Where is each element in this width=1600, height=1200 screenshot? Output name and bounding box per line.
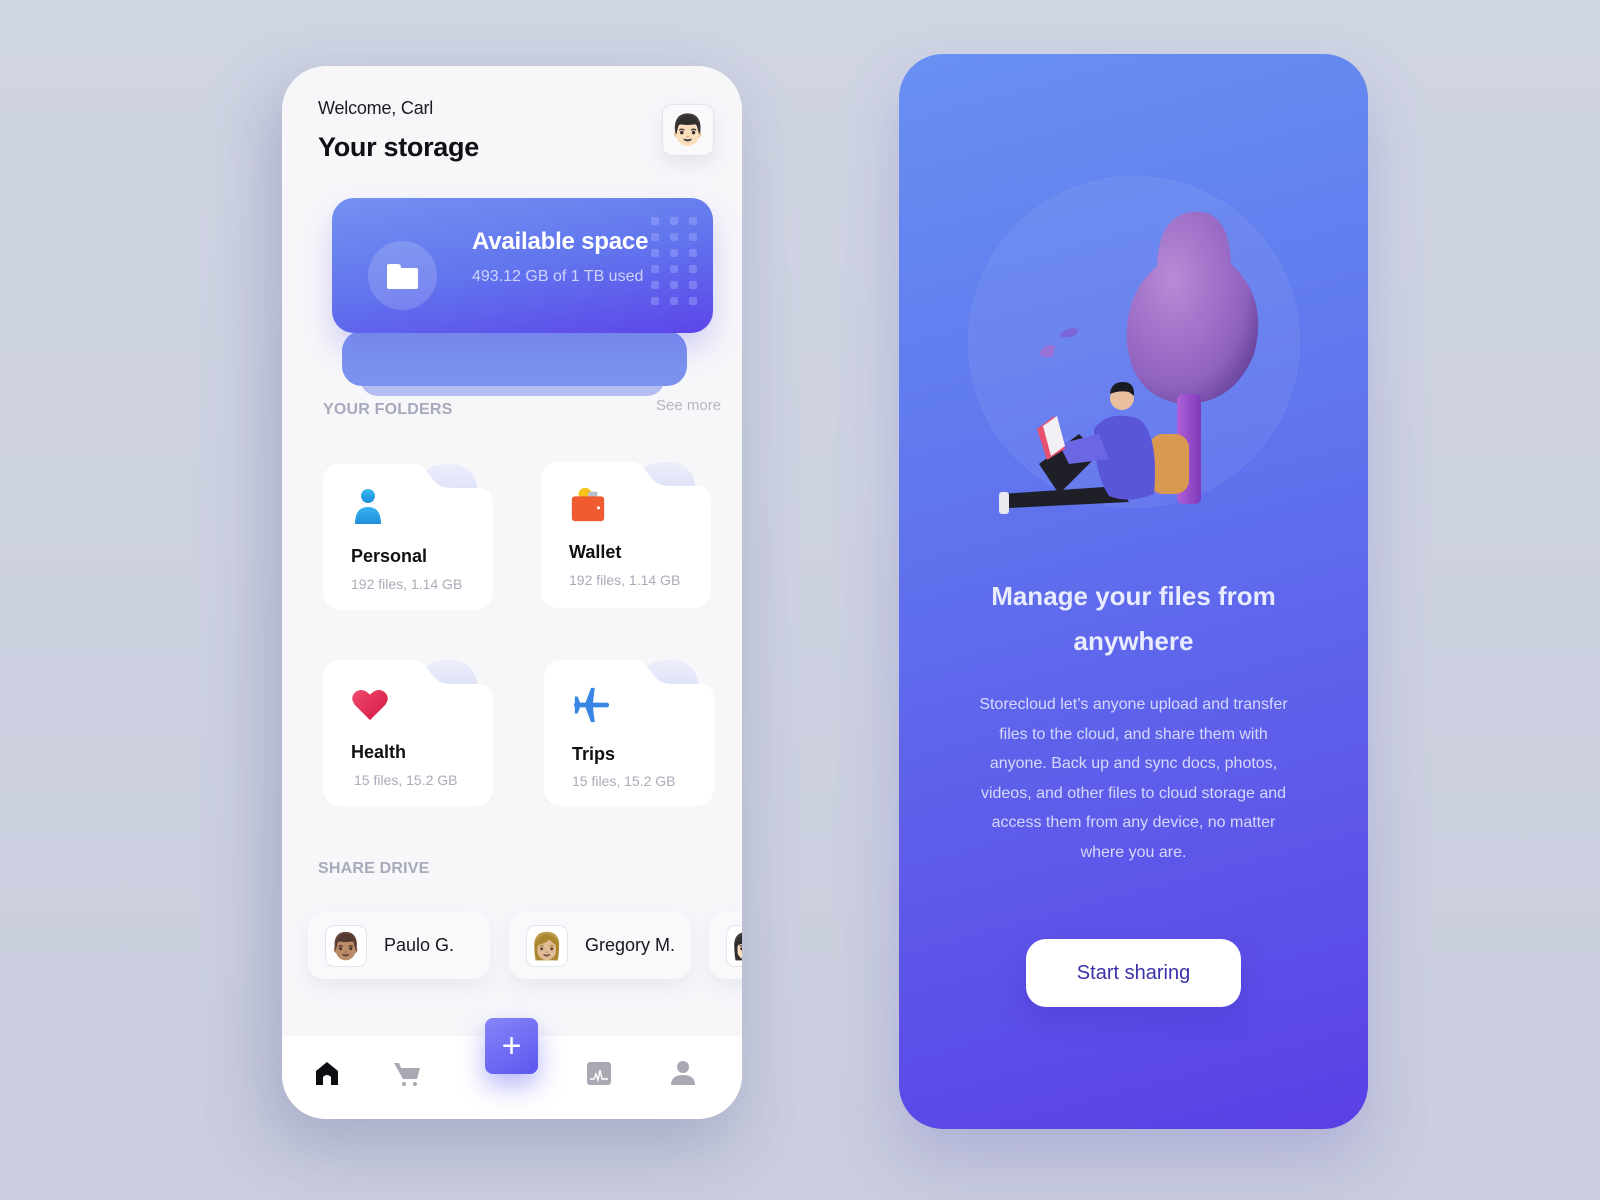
storage-card[interactable]: Available space 493.12 GB of 1 TB used [332,198,713,333]
onboarding-panel: Manage your files from anywhere Storeclo… [899,54,1368,1129]
folder-name: Wallet [569,542,622,562]
folder-meta: 192 files, 1.14 GB [351,576,463,592]
folders-heading: YOUR FOLDERS [323,401,453,418]
folder-name: Personal [351,546,428,566]
folder-meta: 192 files, 1.14 GB [569,572,681,588]
home-icon[interactable] [312,1058,342,1088]
storage-screen: Welcome, Carl Your storage 👨🏻 Available … [282,66,742,1119]
add-button[interactable]: + [485,1018,538,1074]
start-sharing-button[interactable]: Start sharing [1026,939,1241,1007]
share-drive-heading: SHARE DRIVE [318,860,430,877]
storage-usage: 493.12 GB of 1 TB used [472,268,644,285]
avatar: 👩🏻 [726,925,742,967]
available-space-title: Available space [472,228,649,255]
cart-icon[interactable] [392,1058,422,1088]
chart-icon[interactable] [584,1058,614,1088]
folder-meta: 15 files, 15.2 GB [572,773,676,789]
folder-name: Health [351,742,407,762]
see-more-link[interactable]: See more [656,397,721,414]
avatar: 👨🏽 [325,925,367,967]
share-chip[interactable]: 👨🏽 Paulo G. [308,913,490,979]
share-person-name: Gregory M. [585,935,676,955]
person-icon [355,489,381,524]
folder-icon [387,263,418,289]
folder-card-wallet[interactable]: Wallet 192 files, 1.14 GB [541,462,711,612]
avatar: 👩🏼 [526,925,568,967]
welcome-text: Welcome, Carl [318,98,434,118]
profile-icon[interactable] [668,1058,698,1088]
avatar: 👨🏻 [669,113,707,147]
promo-description: Storecloud let’s anyone upload and trans… [979,696,1288,861]
share-chip[interactable]: 👩🏼 Gregory M. [509,913,691,979]
folder-name: Trips [572,744,616,764]
folder-icon-circle [368,241,437,310]
wallet-icon [571,487,605,522]
folder-card-health[interactable]: Health 15 files, 15.2 GB [323,660,493,810]
card-stack-shadow [342,331,687,386]
user-avatar-button[interactable]: 👨🏻 [662,104,714,156]
reading-person-illustration [999,211,1259,514]
share-chip[interactable]: 👩🏻 [709,913,742,979]
dot-pattern [651,217,697,305]
heart-icon [352,689,388,721]
add-icon: + [501,1027,522,1065]
folder-card-personal[interactable]: Personal 192 files, 1.14 GB [323,464,493,614]
promo-title: Manage your files from anywhere [991,581,1276,656]
folder-meta: 15 files, 15.2 GB [354,772,458,788]
share-person-name: Paulo G. [384,935,455,955]
page-title: Your storage [318,132,479,162]
airplane-icon [573,687,610,723]
folder-card-trips[interactable]: Trips 15 files, 15.2 GB [544,660,714,810]
